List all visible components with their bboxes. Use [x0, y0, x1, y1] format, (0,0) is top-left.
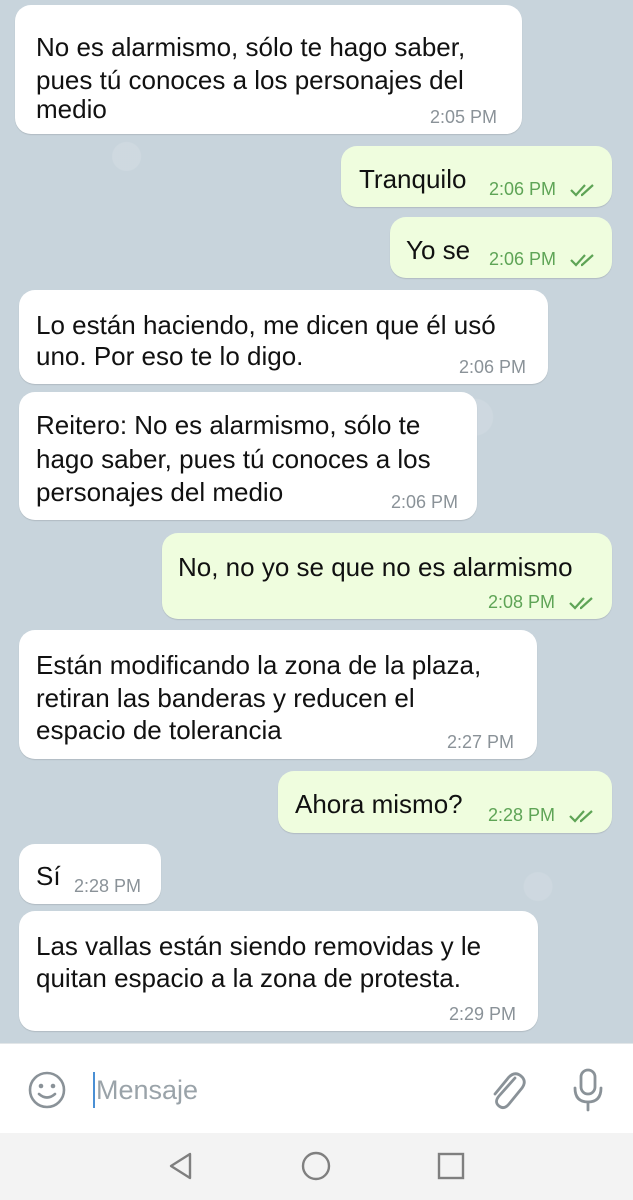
message-bubble[interactable]: Sí 2:28 PM [19, 844, 161, 904]
message-line: Reitero: No es alarmismo, sólo te [36, 410, 421, 440]
message-time: 2:06 PM [489, 179, 557, 199]
read-check-icon [570, 184, 594, 197]
message-bubble[interactable]: Están modificando la zona de la plaza, r… [19, 630, 537, 759]
read-check-icon [570, 254, 594, 267]
message-line: No es alarmismo, sólo te hago saber, [36, 32, 466, 62]
message-line: medio [36, 94, 107, 124]
android-navigation-bar [0, 1133, 633, 1200]
home-circle-icon[interactable] [300, 1150, 332, 1182]
message-time: 2:06 PM [391, 492, 459, 512]
message-line: No, no yo se que no es alarmismo [178, 552, 573, 582]
message-bubble[interactable]: Yo se 2:06 PM [390, 217, 612, 278]
message-line: Sí [36, 861, 61, 891]
message-line: quitan espacio a la zona de protesta. [36, 963, 461, 993]
emoji-icon[interactable] [25, 1068, 69, 1112]
message-time: 2:27 PM [447, 732, 515, 752]
message-bubble[interactable]: No es alarmismo, sólo te hago saber, pue… [15, 5, 522, 134]
message-line: Ahora mismo? [295, 789, 463, 819]
message-line: Están modificando la zona de la plaza, [36, 650, 482, 680]
microphone-icon[interactable] [570, 1066, 606, 1114]
chat-area[interactable]: No es alarmismo, sólo te hago saber, pue… [0, 0, 633, 1043]
message-time: 2:28 PM [488, 805, 556, 825]
message-time: 2:28 PM [74, 876, 142, 896]
message-composer: Mensaje [0, 1043, 633, 1134]
message-time: 2:06 PM [489, 249, 557, 269]
message-line: Yo se [406, 235, 471, 265]
message-line: Las vallas están siendo removidas y le [36, 931, 482, 961]
message-input[interactable]: Mensaje [96, 1074, 198, 1106]
message-time: 2:08 PM [488, 592, 556, 612]
message-line: retiran las banderas y reducen el [36, 683, 415, 713]
message-bubble[interactable]: Las vallas están siendo removidas y le q… [19, 911, 538, 1031]
message-time: 2:06 PM [459, 357, 527, 377]
message-bubble[interactable]: Tranquilo 2:06 PM [341, 146, 612, 207]
message-line: Lo están haciendo, me dicen que él usó [36, 310, 496, 340]
message-bubble[interactable]: Ahora mismo? 2:28 PM [278, 771, 612, 833]
text-caret [93, 1072, 95, 1108]
message-bubble[interactable]: Lo están haciendo, me dicen que él usó u… [19, 290, 548, 384]
message-time: 2:05 PM [430, 107, 498, 127]
back-triangle-icon[interactable] [166, 1151, 196, 1181]
message-bubble[interactable]: No, no yo se que no es alarmismo 2:08 PM [162, 533, 612, 619]
recents-square-icon[interactable] [436, 1151, 466, 1181]
message-line: hago saber, pues tú conoces a los [36, 444, 431, 474]
message-line: espacio de tolerancia [36, 715, 282, 745]
message-bubble[interactable]: Reitero: No es alarmismo, sólo te hago s… [19, 392, 477, 520]
read-check-icon [569, 597, 593, 610]
message-line: personajes del medio [36, 477, 284, 507]
message-line: Tranquilo [359, 164, 467, 194]
paperclip-icon[interactable] [485, 1066, 529, 1114]
message-line: uno. Por eso te lo digo. [36, 341, 304, 371]
read-check-icon [569, 810, 593, 823]
message-time: 2:29 PM [449, 1004, 517, 1024]
